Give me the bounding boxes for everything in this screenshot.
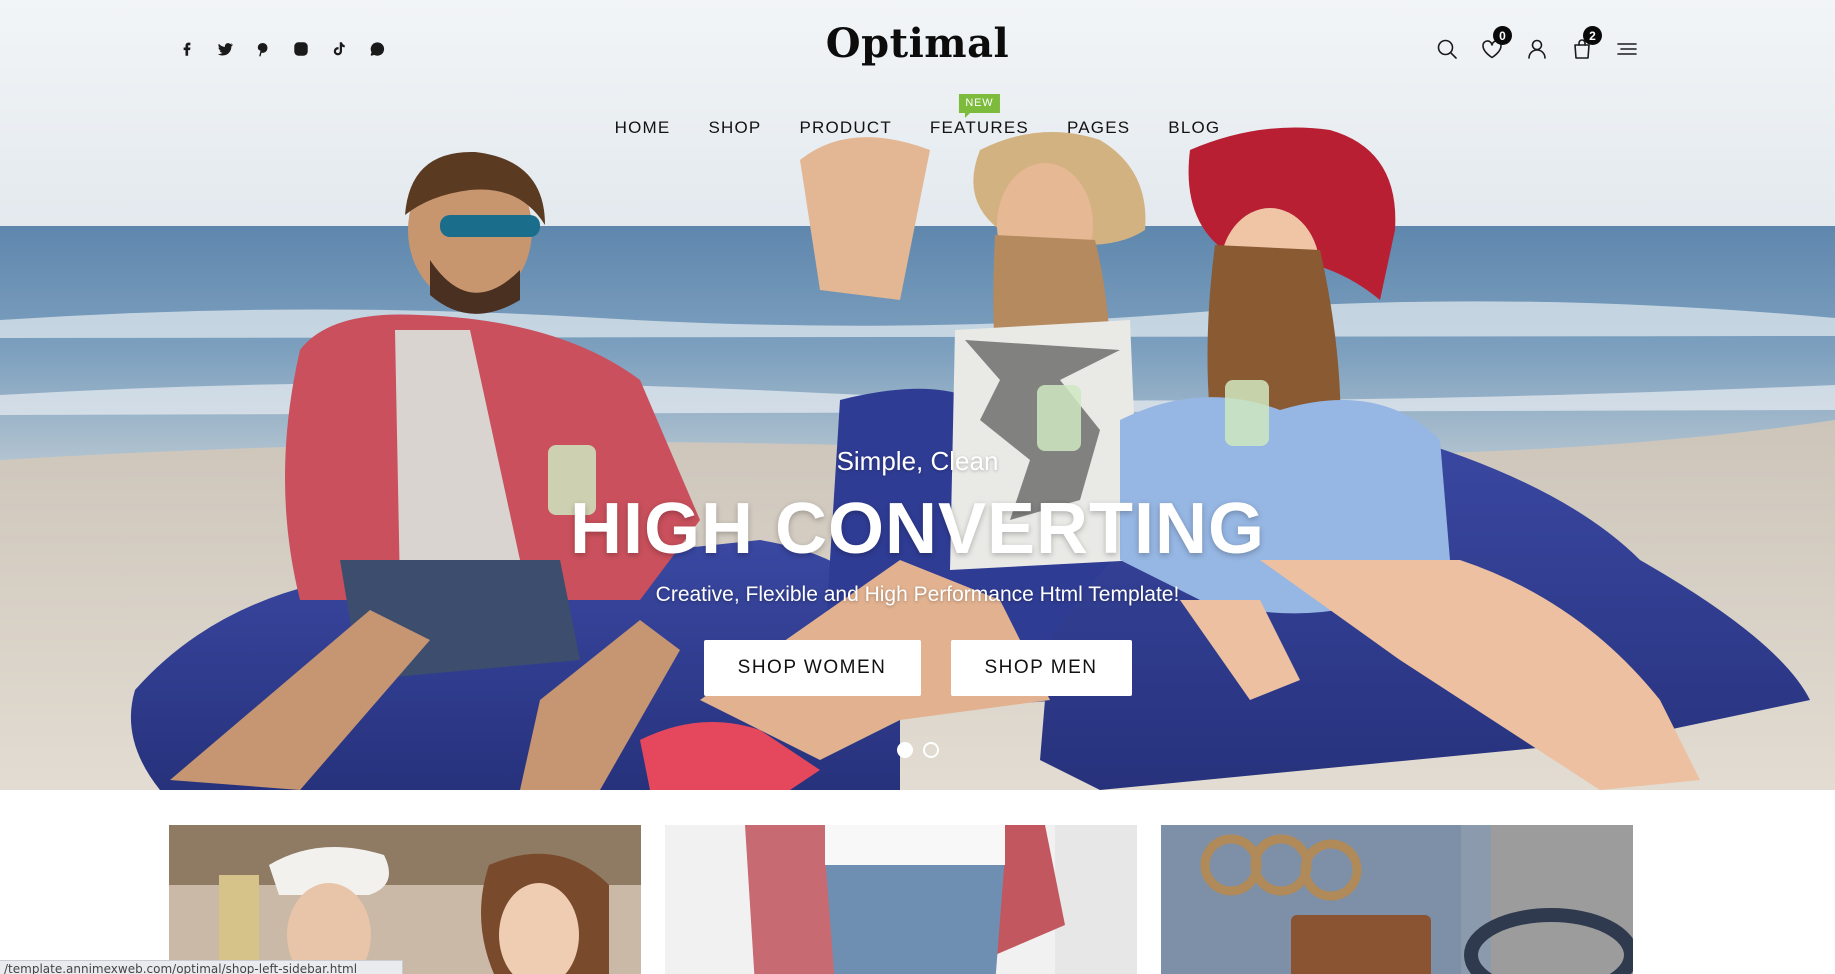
wishlist-button[interactable]: 0	[1469, 26, 1514, 68]
menu-icon	[1616, 43, 1637, 55]
hero-buttons: SHOP WOMEN SHOP MEN	[0, 640, 1835, 696]
wishlist-count-badge: 0	[1493, 26, 1512, 45]
shop-women-button[interactable]: SHOP WOMEN	[703, 640, 921, 696]
hero-copy: Simple, Clean HIGH CONVERTING Creative, …	[0, 446, 1835, 607]
status-bar-url: /template.annimexweb.com/optimal/shop-le…	[0, 960, 403, 974]
twitter-icon[interactable]	[206, 36, 244, 62]
shop-men-button[interactable]: SHOP MEN	[950, 640, 1132, 696]
menu-button[interactable]	[1604, 30, 1649, 68]
nav-new-badge: NEW	[959, 94, 1000, 118]
search-button[interactable]	[1424, 30, 1469, 68]
pinterest-icon[interactable]	[244, 36, 282, 62]
category-card-men[interactable]	[665, 825, 1137, 974]
nav-item-blog[interactable]: BLOG	[1149, 118, 1239, 138]
nav-item-features-label: FEATURES	[929, 118, 1029, 137]
logo-text[interactable]: Optimal	[826, 20, 1009, 67]
cart-button[interactable]: 2	[1559, 26, 1604, 68]
social-links	[168, 36, 396, 62]
nav-item-product[interactable]: PRODUCT	[780, 118, 910, 138]
header-tools: 0 2	[1424, 26, 1649, 68]
category-image-accessories	[1161, 825, 1633, 974]
category-card-accessories[interactable]	[1161, 825, 1633, 974]
tiktok-icon[interactable]	[320, 36, 358, 62]
site-header: Optimal 0 2 HOME SHOP PRODUCT NEW FEATUR…	[0, 0, 1835, 150]
category-banners	[169, 825, 1633, 974]
nav-item-home[interactable]: HOME	[596, 118, 690, 138]
search-icon	[1437, 39, 1457, 59]
hero-slider: Optimal 0 2 HOME SHOP PRODUCT NEW FEATUR…	[0, 0, 1835, 790]
main-nav: HOME SHOP PRODUCT NEW FEATURES PAGES BLO…	[0, 94, 1835, 138]
nav-item-shop[interactable]: SHOP	[689, 118, 780, 138]
instagram-icon[interactable]	[282, 36, 320, 62]
category-image-women	[169, 825, 641, 974]
category-image-men	[665, 825, 1137, 974]
nav-item-pages[interactable]: PAGES	[1048, 118, 1149, 138]
category-card-women[interactable]	[169, 825, 641, 974]
nav-item-features[interactable]: NEW FEATURES	[911, 94, 1048, 138]
slider-dots	[0, 742, 1835, 758]
user-icon	[1527, 39, 1546, 59]
cart-count-badge: 2	[1583, 26, 1602, 45]
hero-title: HIGH CONVERTING	[569, 489, 1266, 569]
whatsapp-icon[interactable]	[358, 36, 396, 62]
account-button[interactable]	[1514, 30, 1559, 68]
hero-description: Creative, Flexible and High Performance …	[655, 583, 1180, 606]
slider-dot-2[interactable]	[922, 742, 939, 758]
hero-subtitle: Simple, Clean	[836, 446, 999, 476]
slider-dot-1[interactable]	[896, 742, 913, 758]
facebook-icon[interactable]	[168, 36, 206, 62]
